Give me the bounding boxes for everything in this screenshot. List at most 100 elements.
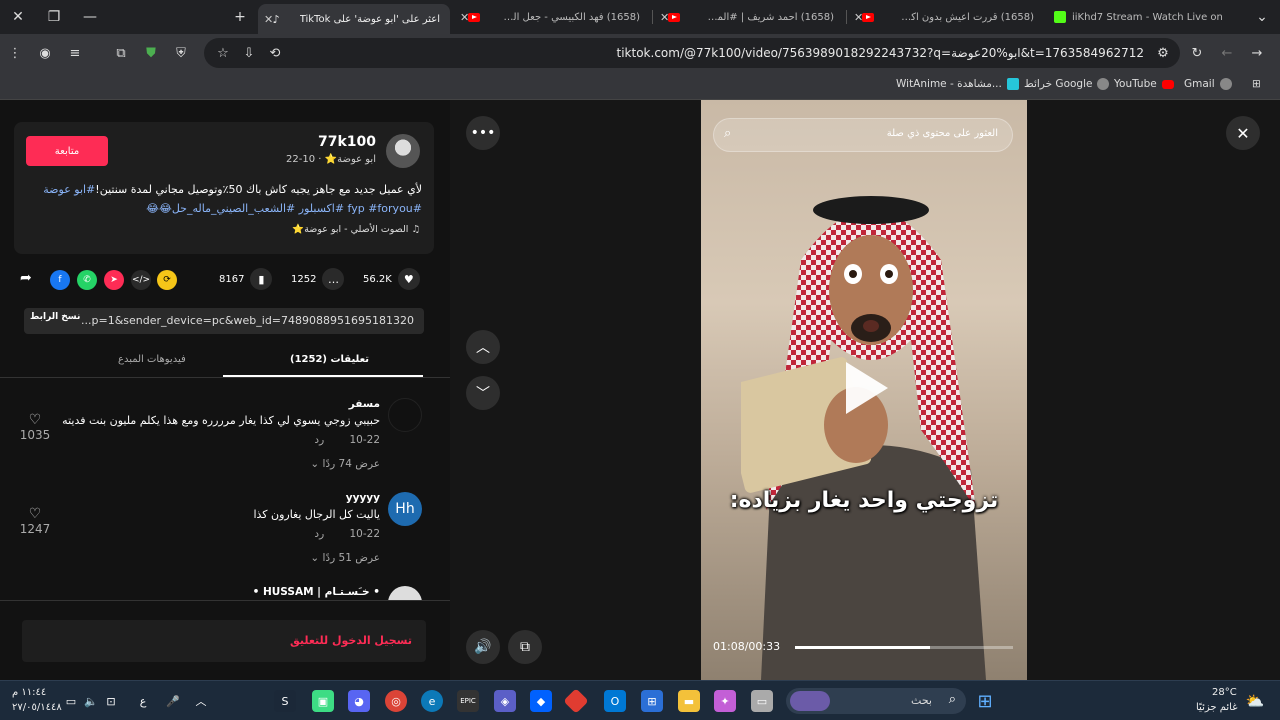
pip-icon[interactable]: ⧉ [508,630,542,664]
avatar[interactable] [386,134,420,168]
store-icon[interactable]: ⊞ [641,690,663,712]
whatsapp-icon[interactable]: ✆ [77,270,97,290]
tab-creator-videos[interactable]: فيديوهات المبدع [118,354,186,365]
play-icon[interactable] [846,362,888,414]
profile-icon[interactable]: ◉ [34,42,56,64]
speaker-icon[interactable]: 🔈 [80,690,102,712]
username[interactable]: 77k100 [318,134,376,150]
share-link-text[interactable]: ...p=1&sender_device=pc&web_id=748908895… [81,314,414,327]
download-icon[interactable]: ⇩ [238,42,260,64]
tab-youtube-3[interactable]: ✕ (1658) قررت اعيش بدون اكل لمدة [848,4,1044,30]
facebook-icon[interactable]: f [50,270,70,290]
tab-search-chevron-icon[interactable]: ⌄ [1244,0,1280,34]
sound-link[interactable]: ♫ الصوت الأصلي - ابو عوضة⭐ [292,224,420,235]
send-icon[interactable]: ➤ [104,270,124,290]
weather-cloud-sun-icon[interactable]: ⛅ [1244,690,1266,712]
avatar[interactable]: Hh [388,492,422,526]
network-icon[interactable]: ⊡ [100,690,122,712]
tab-comments[interactable]: تعليقات (1252) [290,354,369,365]
reply-button[interactable]: رد [314,434,324,446]
tab-youtube-1[interactable]: ✕ (1658) فهد الكبيسي - جعل السحاب [454,4,650,30]
chevron-up-icon[interactable]: ︿ [190,690,212,712]
reading-list-icon[interactable]: ≡ [64,42,86,64]
new-tab-icon[interactable]: + [222,0,258,34]
copy-link-button[interactable]: نسخ الرابط [30,312,80,322]
comment-like[interactable]: ♡ 1035 [18,412,52,442]
bookmark-youtube[interactable]: YouTube [1114,78,1174,90]
file-explorer-icon[interactable]: ▬ [678,690,700,712]
save-action[interactable]: 8167 ▮ [219,268,273,290]
back-icon[interactable]: → [1246,42,1268,64]
hashtag-link[interactable]: #fyp #foryou #اكسبلور #الشعب_الصيني_ماله… [146,202,422,215]
share-arrow-icon[interactable]: ➦ [20,270,32,286]
extensions-icon[interactable]: ⧉ [110,42,132,64]
comment-author[interactable]: • خـَسـتـام | HUSSAM • [253,586,380,598]
battery-icon[interactable]: ▭ [60,690,82,712]
next-video-icon[interactable]: ﹀ [466,376,500,410]
adblock-icon[interactable]: ⛨ [170,42,192,64]
avatar[interactable] [388,586,422,600]
embed-icon[interactable]: </> [131,270,151,290]
site-settings-icon[interactable]: ⚙ [1152,42,1174,64]
close-tab-icon[interactable]: ✕ [264,13,273,26]
minimize-window-icon[interactable]: — [72,0,108,34]
window-icon[interactable]: ▭ [751,690,773,712]
omnibox[interactable]: ☆ ⇩ ⟲ tiktok.com/@77k100/video/756398901… [204,38,1180,68]
discord-icon[interactable]: ◕ [348,690,370,712]
bookmark-star-icon[interactable]: ☆ [212,42,234,64]
login-to-comment-link[interactable]: تسجيل الدخول للتعليق [290,634,412,647]
apps-grid-icon[interactable]: ⊞ [1252,78,1261,90]
forward-icon[interactable]: ← [1216,42,1238,64]
follow-button[interactable]: متابعة [26,136,108,166]
video-progress-bar[interactable] [795,646,1013,649]
comment-action[interactable]: 1252 … [291,268,345,290]
clock-date[interactable]: ٢٧/٠٥/١٤٤٨ [12,702,62,713]
close-window-icon[interactable]: ✕ [0,0,36,34]
reply-button[interactable]: رد [314,528,324,540]
tab-kick[interactable]: iiKhd7 Stream - Watch Live on [1046,4,1242,30]
view-replies-button[interactable]: عرض 51 ردًا ⌄ [310,552,380,564]
translate-icon[interactable]: ⟲ [264,42,286,64]
bookmark-google-maps[interactable]: خرائط Google [1024,78,1110,90]
tab-tiktok[interactable]: ✕ اعثر على 'ابو عوضة' على TikTok ♪ [258,4,450,34]
edge-icon[interactable]: e [421,690,443,712]
microphone-icon[interactable]: 🎤 [162,690,184,712]
android-icon[interactable]: ▣ [312,690,334,712]
volume-icon[interactable]: 🔊 [466,630,500,664]
clock-time[interactable]: ١١:٤٤ م [12,687,46,698]
chrome-icon[interactable]: ◎ [385,690,407,712]
outlook-icon[interactable]: O [604,690,626,712]
anydesk-icon[interactable] [563,688,589,714]
taskbar-search[interactable]: بحث ⌕ [786,688,966,714]
windows-start-icon[interactable]: ⊞ [974,690,996,712]
comment-like[interactable]: ♡ 1247 [18,506,52,536]
bookmark-witanime[interactable]: WitAnime - مشاهدة... [896,78,1019,90]
shield-icon[interactable]: ⛊ [140,42,162,64]
reload-icon[interactable]: ↻ [1186,42,1208,64]
like-action[interactable]: 56.2K ♥ [363,268,420,290]
language-indicator[interactable]: ع [132,690,154,712]
tab-youtube-2[interactable]: ✕ (1658) احمد شريف | #المساح | [654,4,844,30]
restore-window-icon[interactable]: ❐ [36,0,72,34]
more-options-icon[interactable]: ••• [466,116,500,150]
comment-author[interactable]: مسفر [349,398,380,410]
related-search-bar[interactable]: ⌕ العثور على محتوى ذي صلة [713,118,1013,152]
comment-author[interactable]: yyyyy [346,492,380,504]
weather-temp[interactable]: 28°C [1212,687,1237,698]
repost-icon[interactable]: ⟳ [157,270,177,290]
view-replies-button[interactable]: عرض 74 ردًا ⌄ [310,458,380,470]
previous-video-icon[interactable]: ︿ [466,330,500,364]
menu-icon[interactable]: ⋮ [4,42,26,64]
video-player[interactable]: ⌕ العثور على محتوى ذي صلة تزوجتي واحد يغ… [701,100,1027,680]
epic-games-icon[interactable]: EPIC [457,690,479,712]
avatar[interactable] [388,398,422,432]
hashtag-link[interactable]: #ابو عوضة [43,183,95,196]
bookmark-gmail[interactable]: Gmail [1184,78,1232,90]
weather-text[interactable]: غائم جزئيًا [1196,702,1237,713]
close-video-icon[interactable]: ✕ [1226,116,1260,150]
copilot-icon[interactable]: ✦ [714,690,736,712]
dropbox-icon[interactable]: ◆ [530,690,552,712]
visual-studio-icon[interactable]: ◈ [494,690,516,712]
steam-icon[interactable]: S [274,690,296,712]
login-to-comment-box[interactable]: تسجيل الدخول للتعليق [22,620,426,662]
